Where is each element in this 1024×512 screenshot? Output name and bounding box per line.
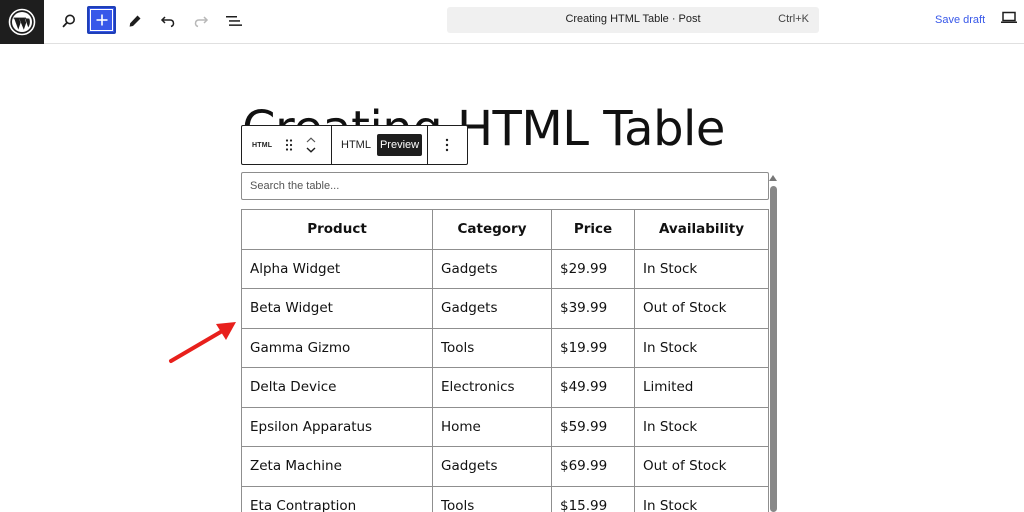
cell-price: $29.99 — [551, 248, 635, 289]
keyboard-shortcut: Ctrl+K — [778, 13, 809, 25]
cell-product: Zeta Machine — [241, 446, 433, 487]
red-arrow-icon — [169, 322, 236, 363]
move-down-icon[interactable] — [306, 147, 316, 153]
cell-category: Electronics — [432, 367, 552, 408]
search-button[interactable] — [54, 7, 84, 35]
editor-header: Creating HTML Table · Post Ctrl+K Save d… — [0, 0, 1024, 44]
cell-availability: Limited — [634, 367, 769, 408]
plus-icon — [96, 14, 107, 26]
cell-price: $19.99 — [551, 327, 635, 368]
document-title: Creating HTML Table · Post — [565, 13, 701, 25]
cell-product: Eta Contraption — [241, 485, 433, 512]
mode-switcher: HTML Preview — [332, 126, 428, 164]
tools-button[interactable] — [120, 7, 150, 35]
command-palette-bar[interactable]: Creating HTML Table · Post Ctrl+K — [447, 7, 819, 33]
header-availability: Availability — [634, 209, 769, 250]
cell-availability: In Stock — [634, 327, 769, 368]
cell-category: Gadgets — [432, 446, 552, 487]
html-mode-button[interactable]: HTML — [341, 139, 371, 151]
add-block-button[interactable] — [87, 6, 116, 34]
drag-handle-icon — [285, 139, 293, 151]
wordpress-logo-icon — [8, 8, 36, 36]
preview-mode-button[interactable]: Preview — [376, 134, 423, 156]
cell-availability: In Stock — [634, 406, 769, 447]
drag-handle[interactable] — [278, 138, 300, 152]
header-price: Price — [551, 209, 635, 250]
table-row: Epsilon Apparatus Home $59.99 In Stock — [241, 406, 769, 447]
scrollbar-thumb[interactable] — [770, 186, 777, 512]
block-toolbar: HTML HTML Preview — [241, 125, 468, 165]
cell-product: Delta Device — [241, 367, 433, 408]
redo-icon — [194, 16, 209, 28]
pencil-icon — [129, 15, 141, 27]
wordpress-logo-button[interactable] — [0, 0, 44, 44]
table-header-row: Product Category Price Availability — [241, 209, 769, 250]
list-view-icon — [226, 16, 242, 26]
search-icon — [62, 14, 75, 28]
table-row: Beta Widget Gadgets $39.99 Out of Stock — [241, 288, 769, 329]
cell-price: $69.99 — [551, 446, 635, 487]
header-category: Category — [432, 209, 552, 250]
scroll-up-arrow-icon[interactable] — [769, 175, 777, 181]
table-row: Eta Contraption Tools $15.99 In Stock — [241, 485, 769, 512]
table-search-input[interactable] — [242, 173, 768, 199]
header-product: Product — [241, 209, 433, 250]
document-overview-button[interactable] — [219, 7, 249, 35]
cell-availability: Out of Stock — [634, 446, 769, 487]
cell-price: $59.99 — [551, 406, 635, 447]
undo-button[interactable] — [153, 7, 183, 35]
cell-availability: In Stock — [634, 485, 769, 512]
cell-category: Gadgets — [432, 248, 552, 289]
cell-product: Beta Widget — [241, 288, 433, 329]
cell-price: $15.99 — [551, 485, 635, 512]
redo-button[interactable] — [186, 7, 216, 35]
table-search-container — [241, 172, 769, 200]
cell-availability: Out of Stock — [634, 288, 769, 329]
vertical-scrollbar[interactable] — [769, 175, 778, 512]
table-row: Alpha Widget Gadgets $29.99 In Stock — [241, 248, 769, 289]
cell-product: Epsilon Apparatus — [241, 406, 433, 447]
undo-icon — [160, 16, 175, 28]
product-table: Product Category Price Availability Alph… — [241, 209, 769, 512]
table-row: Zeta Machine Gadgets $69.99 Out of Stock — [241, 446, 769, 487]
cell-category: Tools — [432, 327, 552, 368]
table-row: Delta Device Electronics $49.99 Limited — [241, 367, 769, 408]
cell-category: Home — [432, 406, 552, 447]
more-vertical-icon — [445, 138, 449, 152]
html-block-icon[interactable]: HTML — [252, 142, 278, 149]
table-row: Gamma Gizmo Tools $19.99 In Stock — [241, 327, 769, 368]
desktop-icon — [1001, 11, 1017, 23]
cell-category: Tools — [432, 485, 552, 512]
cell-price: $49.99 — [551, 367, 635, 408]
save-draft-button[interactable]: Save draft — [935, 14, 985, 26]
block-movers — [300, 137, 322, 153]
cell-product: Gamma Gizmo — [241, 327, 433, 368]
block-options-button[interactable] — [428, 126, 466, 164]
cell-product: Alpha Widget — [241, 248, 433, 289]
block-controls: HTML — [242, 126, 332, 164]
cell-price: $39.99 — [551, 288, 635, 329]
cell-availability: In Stock — [634, 248, 769, 289]
preview-button[interactable] — [1000, 10, 1018, 31]
cell-category: Gadgets — [432, 288, 552, 329]
move-up-icon[interactable] — [306, 137, 316, 143]
